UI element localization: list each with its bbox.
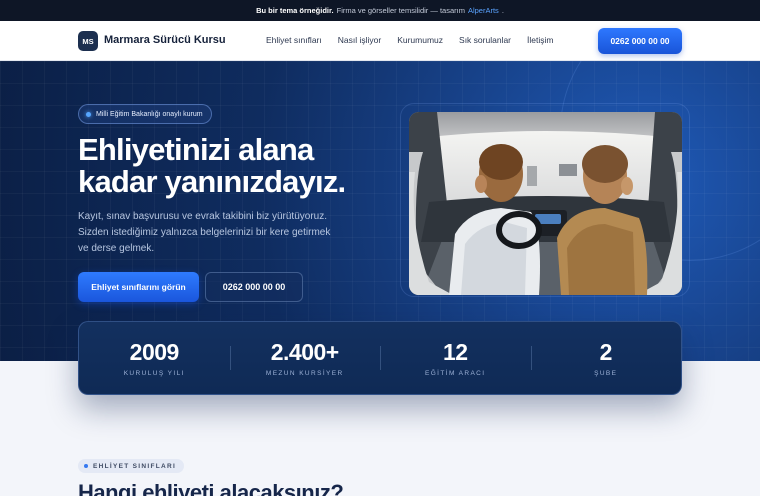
stat-value-graduates: 2.400+ — [270, 339, 340, 365]
phone-call-button[interactable]: 0262 000 00 00 — [598, 28, 682, 54]
stat-label-founded: KURULUŞ YILI — [123, 370, 185, 377]
approval-badge-text: Milli Eğitim Bakanlığı onaylı kurum — [96, 110, 203, 118]
section-eyebrow-text: EHLİYET SINIFLARI — [93, 462, 177, 470]
hero-lead: Kayıt, sınav başvurusu ve evrak takibini… — [78, 211, 331, 254]
logo-icon[interactable]: MS — [78, 31, 98, 51]
stat-item: 2009 KURULUŞ YILI — [79, 322, 230, 394]
designer-link[interactable]: AlperArts — [468, 6, 499, 15]
nav-link-faq[interactable]: Sık sorulanlar — [459, 35, 511, 45]
demo-notice-bold: Bu bir tema örneğidir. — [256, 6, 334, 15]
stats-panel: 2009 KURULUŞ YILI 2.400+ MEZUN KURSİYER … — [78, 321, 682, 395]
badge-dot-icon — [86, 111, 91, 117]
main-navbar: MS Marmara Sürücü Kursu Ehliyet sınıflar… — [0, 21, 760, 61]
brand-name[interactable]: Marmara Sürücü Kursu — [104, 34, 226, 46]
hero-title: Ehliyetinizi alana kadar yanınızdayız. — [78, 134, 398, 198]
stat-value-founded: 2009 — [129, 339, 180, 365]
nav-links: Ehliyet sınıfları Nasıl işliyor Kurumumu… — [266, 35, 569, 45]
nav-link-about[interactable]: Kurumumuz — [397, 35, 443, 45]
eyebrow-dot-icon — [84, 464, 88, 468]
stat-item: 2 ŞUBE — [530, 322, 682, 394]
stat-value-branches: 2 — [599, 339, 613, 365]
nav-link-contact[interactable]: İletişim — [527, 35, 553, 45]
stat-label-graduates: MEZUN KURSİYER — [265, 370, 344, 377]
demo-notice-text: Firma ve görseller temsilidir — tasarım — [336, 6, 465, 15]
approval-badge: Milli Eğitim Bakanlığı onaylı kurum — [78, 104, 212, 124]
nav-link-how-it-works[interactable]: Nasıl işliyor — [338, 35, 381, 45]
hero-phone-button[interactable]: 0262 000 00 00 — [205, 272, 303, 302]
demo-notice-end: . — [501, 6, 504, 15]
stat-label-branches: ŞUBE — [594, 370, 618, 377]
section-eyebrow: EHLİYET SINIFLARI — [78, 459, 185, 473]
stat-value-vehicles: 12 — [442, 339, 468, 365]
hero-title-line-2: kadar yanınızdayız. — [78, 164, 346, 199]
stat-item: 2.400+ MEZUN KURSİYER — [229, 322, 381, 394]
stat-label-vehicles: EĞİTİM ARACI — [424, 370, 486, 377]
section-title: Hangi ehliyeti alacaksınız? — [78, 480, 344, 496]
hero-section: Milli Eğitim Bakanlığı onaylı kurum Ehli… — [0, 61, 760, 361]
nav-link-classes[interactable]: Ehliyet sınıfları — [266, 35, 322, 45]
car-interior-illustration — [409, 112, 682, 295]
demo-notice-bar: Bu bir tema örneğidir. Firma ve görselle… — [0, 0, 760, 21]
driving-lesson-photo — [409, 112, 682, 295]
view-classes-button[interactable]: Ehliyet sınıflarını görün — [78, 272, 199, 302]
hero-title-line-1: Ehliyetinizi alana — [78, 132, 314, 167]
stat-item: 12 EĞİTİM ARACI — [380, 322, 531, 394]
